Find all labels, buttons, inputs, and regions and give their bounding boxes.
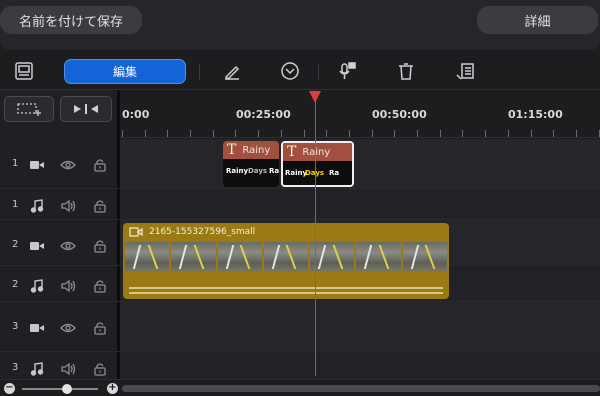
- video-camera-icon: [28, 321, 46, 335]
- ruler-tick: [167, 130, 168, 137]
- ruler-tick: [417, 130, 418, 137]
- ruler-tick: [485, 130, 486, 137]
- title-clip-selected[interactable]: T Rainy Rainy Days Ra: [281, 141, 354, 187]
- clip-label: 2165-155327596_small: [149, 226, 256, 237]
- export-list-icon[interactable]: [453, 59, 477, 83]
- eye-icon[interactable]: [59, 239, 77, 253]
- add-track-icon: [17, 103, 41, 116]
- track-number: 3: [12, 362, 19, 373]
- track-number: 2: [12, 279, 19, 290]
- save-as-button[interactable]: 名前を付けて保存: [0, 6, 142, 34]
- edit-button[interactable]: 編集: [64, 59, 186, 84]
- track-number: 1: [12, 199, 19, 210]
- ruler-tick: [553, 130, 554, 137]
- ruler-tick: [258, 130, 259, 137]
- ruler-tick: [122, 130, 123, 137]
- ruler-tick: [394, 130, 395, 137]
- eye-icon[interactable]: [59, 158, 77, 172]
- ruler-tick: [576, 130, 577, 137]
- ruler-label: 0:00: [122, 108, 150, 121]
- lock-icon[interactable]: [91, 362, 109, 376]
- ruler-tick: [349, 130, 350, 137]
- ruler-tick: [462, 130, 463, 137]
- preview-text: Rainy: [226, 167, 249, 175]
- playhead-handle[interactable]: [309, 91, 321, 103]
- ruler-tick: [508, 130, 509, 137]
- ruler-tick: [213, 130, 214, 137]
- music-note-icon: [28, 362, 46, 376]
- video-camera-icon: [28, 239, 46, 253]
- lock-icon[interactable]: [91, 279, 109, 293]
- ruler-tick: [281, 130, 282, 137]
- ruler-tick: [326, 130, 327, 137]
- lock-icon[interactable]: [91, 239, 109, 253]
- playhead[interactable]: [315, 96, 316, 376]
- ruler-tick: [531, 130, 532, 137]
- timeline-toolbar: 編集: [0, 56, 600, 90]
- toolbar-divider: [318, 64, 319, 80]
- lock-icon[interactable]: [91, 321, 109, 335]
- music-note-icon: [28, 199, 46, 213]
- split-icon: [74, 104, 98, 114]
- ruler-tick: [440, 130, 441, 137]
- voiceover-icon[interactable]: [334, 59, 358, 83]
- ruler-tick: [145, 130, 146, 137]
- top-bar: 名前を付けて保存 詳細: [0, 0, 600, 50]
- track-number: 1: [12, 158, 19, 169]
- ruler-tick: [304, 130, 305, 137]
- split-button[interactable]: [60, 96, 112, 122]
- zoom-out-icon[interactable]: −: [4, 383, 15, 394]
- track-row-audio-3: [0, 352, 600, 380]
- chevron-circle-icon[interactable]: [278, 59, 302, 83]
- clip-preview: Rainy Days Ra: [283, 161, 352, 185]
- preview-text: Ra: [269, 167, 279, 175]
- details-button[interactable]: 詳細: [477, 6, 598, 34]
- zoom-in-icon[interactable]: +: [107, 383, 118, 394]
- text-icon: T: [287, 144, 297, 160]
- preview-text: Rainy: [285, 169, 308, 177]
- video-thumbnails: [125, 242, 447, 272]
- horizontal-scrollbar[interactable]: [122, 385, 600, 392]
- eye-icon[interactable]: [59, 321, 77, 335]
- ruler-label: 00:50:00: [372, 108, 427, 121]
- ruler-label: 01:15:00: [508, 108, 563, 121]
- lock-icon[interactable]: [91, 158, 109, 172]
- pen-icon[interactable]: [220, 59, 244, 83]
- toolbar-divider: [199, 64, 200, 80]
- ruler-tick: [235, 130, 236, 137]
- ruler-label: 00:25:00: [236, 108, 291, 121]
- video-icon: [129, 226, 143, 237]
- layout-icon[interactable]: [12, 59, 36, 83]
- lock-icon[interactable]: [91, 199, 109, 213]
- add-track-button[interactable]: [4, 96, 54, 122]
- video-camera-icon: [28, 158, 46, 172]
- video-clip[interactable]: 2165-155327596_small: [123, 223, 449, 299]
- music-note-icon: [28, 279, 46, 293]
- trash-icon[interactable]: [394, 59, 418, 83]
- track-number: 3: [12, 321, 19, 332]
- speaker-icon[interactable]: [59, 199, 77, 213]
- track-row-video-3: [0, 302, 600, 352]
- speaker-icon[interactable]: [59, 362, 77, 376]
- preview-text: Days: [248, 167, 268, 175]
- ruler-tick: [190, 130, 191, 137]
- audio-waveform: [129, 287, 443, 289]
- preview-text: Ra: [329, 169, 340, 177]
- ruler-tick: [372, 130, 373, 137]
- title-clip[interactable]: T Rainy Rainy Days Ra: [223, 141, 279, 187]
- audio-waveform: [129, 292, 443, 294]
- clip-label: Rainy: [242, 144, 271, 156]
- zoom-slider-handle[interactable]: [62, 384, 72, 394]
- clip-preview: Rainy Days Ra: [223, 159, 279, 187]
- track-number: 2: [12, 239, 19, 250]
- text-icon: T: [227, 142, 237, 158]
- zoom-slider[interactable]: [22, 388, 98, 390]
- clip-label: Rainy: [302, 146, 331, 158]
- speaker-icon[interactable]: [59, 279, 77, 293]
- track-row-audio-1: [0, 189, 600, 220]
